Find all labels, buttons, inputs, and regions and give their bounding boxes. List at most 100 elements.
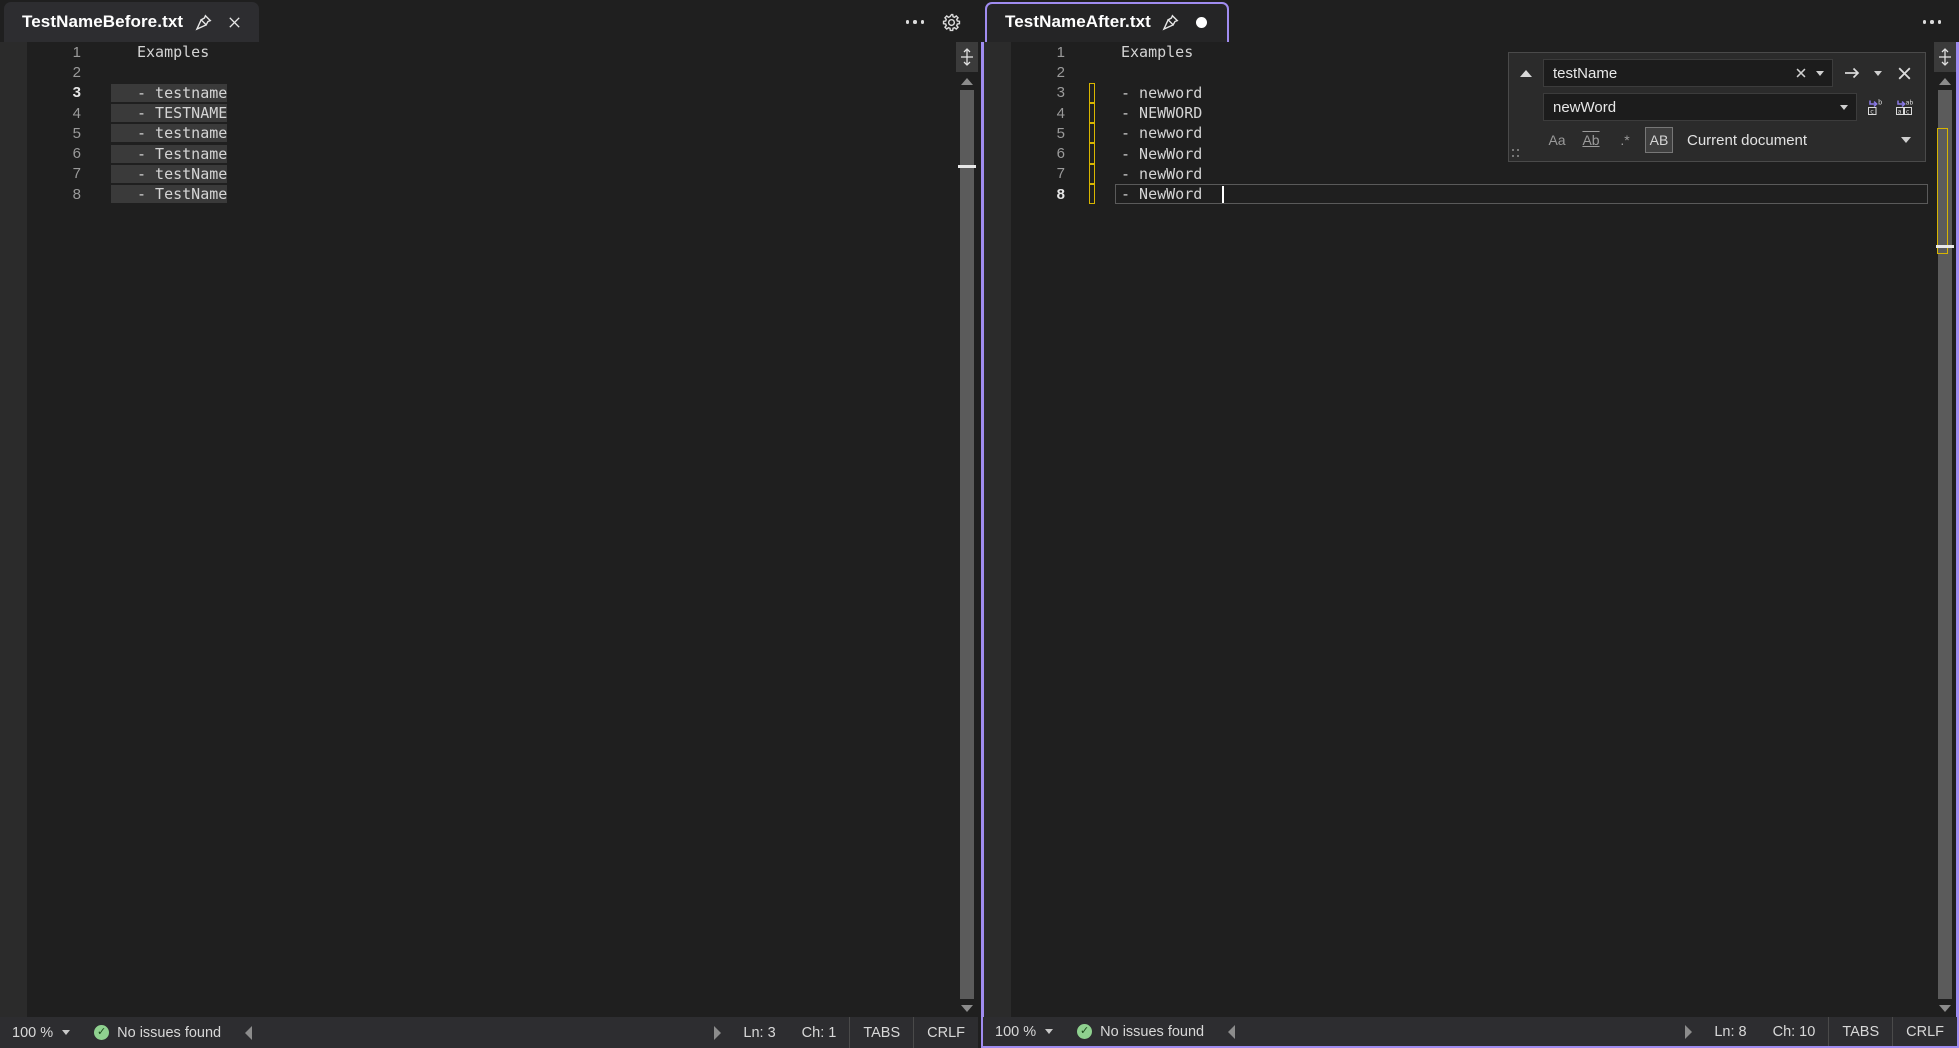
line-text: Examples: [111, 43, 209, 61]
close-icon[interactable]: [223, 11, 245, 33]
editor-area-right[interactable]: 1Examples23- newword4- NEWWORD5- newword…: [981, 42, 1959, 1017]
hscroll-track[interactable]: [261, 1017, 704, 1048]
replace-next-icon[interactable]: b c: [1863, 94, 1888, 120]
code-line[interactable]: 1Examples: [27, 42, 956, 62]
preserve-case-option[interactable]: AB: [1645, 127, 1673, 153]
hscroll-left-arrow[interactable]: [1218, 1017, 1244, 1046]
column-indicator-left[interactable]: Ch: 1: [789, 1017, 850, 1048]
chevron-down-icon[interactable]: [62, 1030, 70, 1035]
replace-row: newWord b c ab: [1515, 93, 1917, 121]
issues-label: No issues found: [117, 1025, 221, 1041]
replace-input[interactable]: newWord: [1543, 93, 1857, 121]
line-text: - testName: [111, 165, 227, 183]
modified-dot-icon[interactable]: [1191, 11, 1213, 33]
code-line[interactable]: 2: [27, 62, 956, 82]
pin-icon[interactable]: [192, 11, 214, 33]
hscroll-track[interactable]: [1244, 1017, 1675, 1046]
ellipsis-icon[interactable]: [900, 7, 930, 37]
indent-mode-right[interactable]: TABS: [1828, 1017, 1892, 1046]
match-whole-word-option[interactable]: Ab: [1577, 127, 1605, 153]
gear-icon[interactable]: [936, 7, 966, 37]
horizontal-scrollbar-left[interactable]: [235, 1017, 730, 1048]
line-number: 3: [27, 84, 89, 101]
issues-indicator-left[interactable]: ✓ No issues found: [80, 1017, 235, 1048]
scroll-track-right[interactable]: [1934, 90, 1956, 999]
vertical-scrollbar-right[interactable]: [1934, 42, 1956, 1017]
scope-chevron-down-icon[interactable]: [1895, 129, 1917, 151]
line-text: - newWord: [1095, 165, 1202, 183]
line-indicator-right[interactable]: Ln: 8: [1701, 1017, 1759, 1046]
find-options-chevron-down-icon[interactable]: [1870, 62, 1886, 84]
scroll-up-arrow[interactable]: [1934, 72, 1956, 90]
indent-mode-left[interactable]: TABS: [849, 1017, 913, 1048]
code-line[interactable]: 4- TESTNAME: [27, 103, 956, 123]
code-line[interactable]: 7- testName: [27, 164, 956, 184]
match-case-option[interactable]: Aa: [1543, 127, 1571, 153]
horizontal-scrollbar-right[interactable]: [1218, 1017, 1701, 1046]
replace-all-icon[interactable]: ab a c: [1892, 94, 1917, 120]
split-view-icon[interactable]: [956, 42, 978, 72]
chevron-down-icon[interactable]: [1045, 1029, 1053, 1034]
line-number: 2: [27, 64, 89, 81]
scroll-down-arrow[interactable]: [956, 999, 978, 1017]
ellipsis-icon[interactable]: [1917, 7, 1947, 37]
editor-pane-left: TestNameBefore.txt: [0, 0, 978, 1048]
find-next-arrow-icon[interactable]: [1839, 60, 1864, 86]
use-regex-option[interactable]: .*: [1611, 127, 1639, 153]
hscroll-left-arrow[interactable]: [235, 1017, 261, 1048]
current-line-highlight: [1115, 184, 1928, 204]
code-line[interactable]: 7 - newWord: [1011, 164, 1934, 184]
scroll-down-arrow[interactable]: [1934, 999, 1956, 1017]
statusbar-right: 100 % ✓ No issues found Ln: 8 Ch: 10 TAB…: [981, 1017, 1959, 1048]
line-number: 7: [1011, 165, 1073, 182]
line-number: 3: [1011, 84, 1073, 101]
line-number: 4: [27, 105, 89, 122]
eol-mode-left[interactable]: CRLF: [913, 1017, 978, 1048]
editor-area-left[interactable]: 1Examples 2 3- testname4- TESTNAME5- testn…: [0, 42, 978, 1017]
code-lines-right[interactable]: 1Examples23- newword4- NEWWORD5- newword…: [1011, 42, 1934, 1017]
find-replace-widget[interactable]: testName: [1508, 52, 1926, 162]
chevron-down-icon[interactable]: [1836, 96, 1852, 118]
code-line[interactable]: 3- testname: [27, 83, 956, 103]
gutter-strip-right: [984, 42, 1011, 1017]
line-text: - newword: [1095, 124, 1202, 142]
search-scope-label: Current document: [1679, 132, 1889, 149]
statusbar-left: 100 % ✓ No issues found Ln: 3 Ch: 1 TABS…: [0, 1017, 978, 1048]
issues-indicator-right[interactable]: ✓ No issues found: [1063, 1017, 1218, 1046]
code-lines-left[interactable]: 1Examples 2 3- testname4- TESTNAME5- testn…: [27, 42, 956, 1017]
svg-text:ab: ab: [1905, 98, 1913, 106]
scroll-track-left[interactable]: [956, 90, 978, 999]
tab-testnamebefore[interactable]: TestNameBefore.txt: [4, 2, 259, 42]
column-indicator-right[interactable]: Ch: 10: [1760, 1017, 1829, 1046]
code-line[interactable]: 5- testname: [27, 123, 956, 143]
split-view-icon[interactable]: [1934, 42, 1956, 72]
line-indicator-left[interactable]: Ln: 3: [730, 1017, 788, 1048]
line-number: 5: [1011, 125, 1073, 142]
hscroll-right-arrow[interactable]: [1675, 1017, 1701, 1046]
scroll-thumb[interactable]: [960, 90, 974, 999]
find-row: testName: [1515, 59, 1917, 87]
hscroll-right-arrow[interactable]: [704, 1017, 730, 1048]
vertical-scrollbar-left[interactable]: [956, 42, 978, 1017]
clear-icon[interactable]: [1790, 62, 1812, 84]
replace-buttons: b c ab a c: [1863, 94, 1917, 120]
find-input[interactable]: testName: [1543, 59, 1833, 87]
svg-text:c: c: [1870, 107, 1874, 115]
options-row: Aa Ab .* AB Current document: [1515, 127, 1917, 153]
pin-icon[interactable]: [1160, 11, 1182, 33]
resize-grip[interactable]: [1512, 149, 1521, 158]
eol-mode-right[interactable]: CRLF: [1892, 1017, 1957, 1046]
zoom-level-right[interactable]: 100 %: [983, 1017, 1063, 1046]
code-line[interactable]: 8- NewWord: [1011, 184, 1934, 204]
chevron-down-icon[interactable]: [1812, 62, 1828, 84]
code-line[interactable]: 6- Testname: [27, 143, 956, 163]
find-input-value: testName: [1553, 65, 1790, 82]
code-line[interactable]: 8- TestName: [27, 184, 956, 204]
chevron-up-icon[interactable]: [1515, 60, 1537, 86]
line-number: 6: [1011, 145, 1073, 162]
scroll-up-arrow[interactable]: [956, 72, 978, 90]
line-number: 2: [1011, 64, 1073, 81]
tab-testnameafter[interactable]: TestNameAfter.txt: [985, 2, 1229, 42]
close-icon[interactable]: [1892, 60, 1917, 86]
zoom-level-left[interactable]: 100 %: [0, 1017, 80, 1048]
